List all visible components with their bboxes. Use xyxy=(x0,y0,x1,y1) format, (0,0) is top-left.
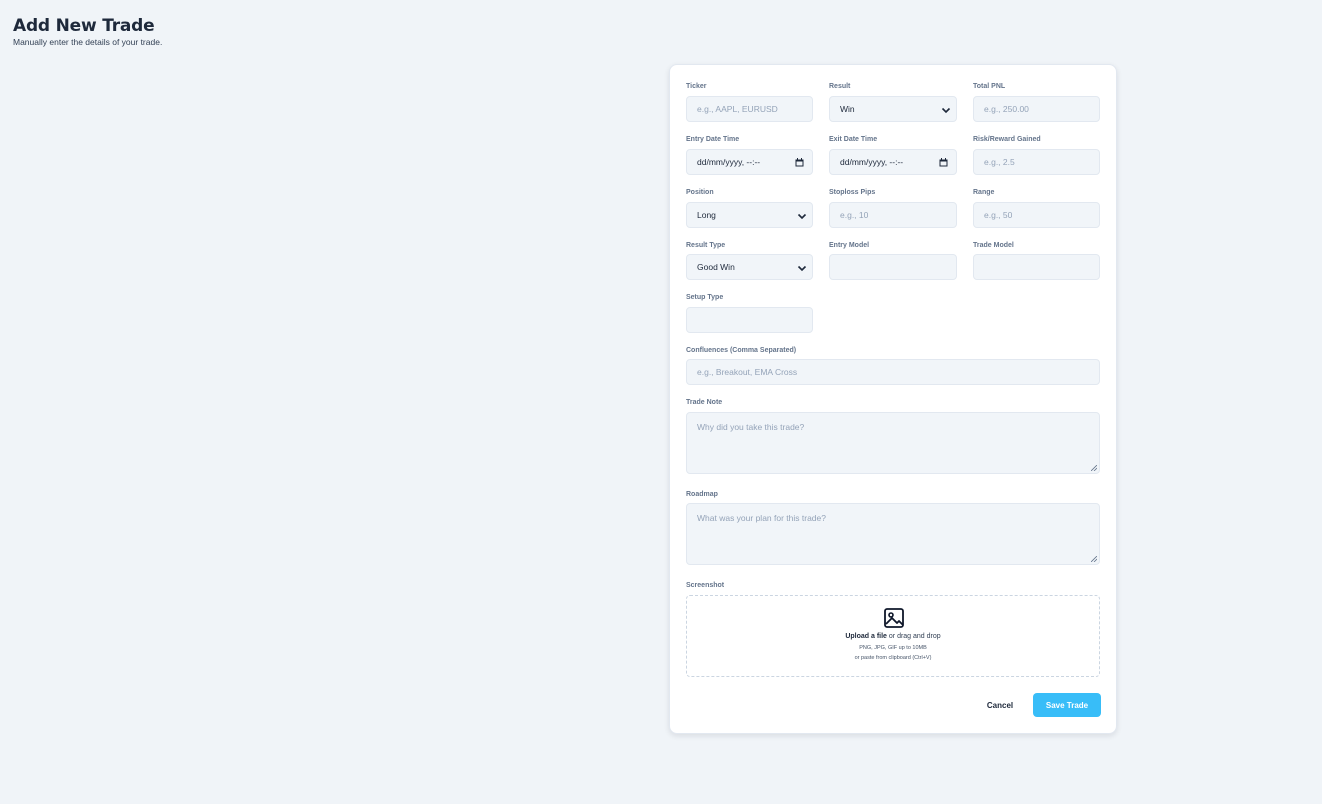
upload-paste-hint: or paste from clipboard (Ctrl+V) xyxy=(854,655,932,661)
roadmap-placeholder: What was your plan for this trade? xyxy=(697,513,826,523)
chevron-down-icon xyxy=(797,213,807,220)
stoploss-pips-placeholder: e.g., 10 xyxy=(840,210,869,220)
result-type-value: Good Win xyxy=(697,262,735,272)
save-trade-button[interactable]: Save Trade xyxy=(1033,693,1101,717)
chevron-down-icon xyxy=(941,107,951,114)
entry-model-label: Entry Model xyxy=(829,242,870,249)
setup-type-input[interactable] xyxy=(686,307,813,333)
upload-drag-text: or drag and drop xyxy=(886,633,941,640)
calendar-icon[interactable] xyxy=(939,158,948,167)
range-placeholder: e.g., 50 xyxy=(984,210,1013,220)
trade-note-textarea[interactable]: Why did you take this trade? xyxy=(686,412,1100,474)
exit-datetime-label: Exit Date Time xyxy=(829,136,878,143)
total-pnl-placeholder: e.g., 250.00 xyxy=(984,104,1029,114)
total-pnl-input[interactable]: e.g., 250.00 xyxy=(973,96,1100,122)
upload-file-link[interactable]: Upload a file xyxy=(845,633,887,640)
ticker-input[interactable]: e.g., AAPL, EURUSD xyxy=(686,96,813,122)
screenshot-label: Screenshot xyxy=(686,582,725,589)
range-input[interactable]: e.g., 50 xyxy=(973,202,1100,228)
risk-reward-placeholder: e.g., 2.5 xyxy=(984,157,1015,167)
entry-datetime-label: Entry Date Time xyxy=(686,136,740,143)
entry-model-input[interactable] xyxy=(829,254,957,280)
roadmap-label: Roadmap xyxy=(686,491,718,498)
resize-handle-icon[interactable] xyxy=(1091,556,1097,562)
ticker-label: Ticker xyxy=(686,83,707,90)
stoploss-pips-label: Stoploss Pips xyxy=(829,189,876,196)
trade-model-input[interactable] xyxy=(973,254,1100,280)
trade-model-label: Trade Model xyxy=(973,242,1014,249)
page-subtitle: Manually enter the details of your trade… xyxy=(13,37,163,47)
result-label: Result xyxy=(829,83,851,90)
risk-reward-label: Risk/Reward Gained xyxy=(973,136,1041,143)
stoploss-pips-input[interactable]: e.g., 10 xyxy=(829,202,957,228)
trade-note-label: Trade Note xyxy=(686,399,723,406)
page-title: Add New Trade xyxy=(13,16,155,36)
setup-type-label: Setup Type xyxy=(686,294,724,301)
confluences-placeholder: e.g., Breakout, EMA Cross xyxy=(697,367,798,377)
confluences-input[interactable]: e.g., Breakout, EMA Cross xyxy=(686,359,1100,385)
entry-datetime-value: dd/mm/yyyy, --:-- xyxy=(697,157,761,167)
entry-datetime-input[interactable]: dd/mm/yyyy, --:-- xyxy=(686,149,813,175)
trade-note-placeholder: Why did you take this trade? xyxy=(697,422,805,432)
confluences-label: Confluences (Comma Separated) xyxy=(686,347,797,354)
cancel-button[interactable]: Cancel xyxy=(980,695,1020,715)
exit-datetime-value: dd/mm/yyyy, --:-- xyxy=(840,157,904,167)
position-value: Long xyxy=(697,210,716,220)
upload-formats: PNG, JPG, GIF up to 10MB xyxy=(859,645,927,651)
result-value: Win xyxy=(840,104,855,114)
calendar-icon[interactable] xyxy=(795,158,804,167)
add-trade-form: Ticker e.g., AAPL, EURUSD Result Win Tot… xyxy=(669,64,1117,734)
chevron-down-icon xyxy=(797,265,807,272)
risk-reward-input[interactable]: e.g., 2.5 xyxy=(973,149,1100,175)
resize-handle-icon[interactable] xyxy=(1091,465,1097,471)
upload-instructions: Upload a file or drag and drop xyxy=(687,633,1099,640)
image-icon xyxy=(884,608,904,628)
total-pnl-label: Total PNL xyxy=(973,83,1006,90)
position-label: Position xyxy=(686,189,714,196)
page-header: Add New Trade Manually enter the details… xyxy=(13,16,162,47)
roadmap-textarea[interactable]: What was your plan for this trade? xyxy=(686,503,1100,565)
position-select[interactable]: Long xyxy=(686,202,813,228)
exit-datetime-input[interactable]: dd/mm/yyyy, --:-- xyxy=(829,149,957,175)
range-label: Range xyxy=(973,189,995,196)
result-select[interactable]: Win xyxy=(829,96,957,122)
screenshot-dropzone[interactable]: Upload a file or drag and drop PNG, JPG,… xyxy=(686,595,1100,677)
ticker-placeholder: e.g., AAPL, EURUSD xyxy=(697,104,778,114)
result-type-select[interactable]: Good Win xyxy=(686,254,813,280)
result-type-label: Result Type xyxy=(686,242,726,249)
